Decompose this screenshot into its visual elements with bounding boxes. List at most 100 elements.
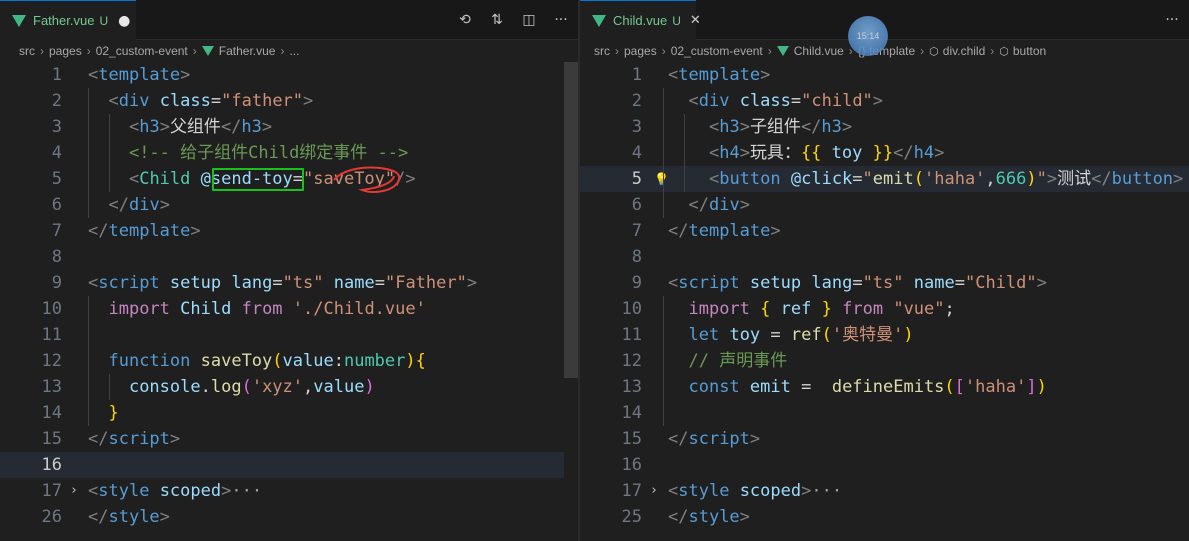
code-line[interactable]: 3 <h3>父组件</h3> [0,114,578,140]
code-line[interactable]: 7 </template> [580,218,1189,244]
line-number[interactable]: 7 [580,218,642,244]
code-line[interactable]: 17 › <style scoped>··· [580,478,1189,504]
code-line[interactable]: 6 </div> [580,192,1189,218]
breadcrumb-item[interactable]: div.child [943,44,985,58]
line-number[interactable]: 3 [580,114,642,140]
code-line[interactable]: 15 </script> [0,426,578,452]
code-line[interactable]: 8 [0,244,578,270]
code-token: > [872,91,884,111]
more-actions-icon[interactable]: ··· [1163,12,1181,28]
breadcrumb-item[interactable]: 02_custom-event [96,44,188,58]
line-number[interactable]: 17 [0,478,62,504]
code-line[interactable]: 9 <script setup lang="ts" name="Father"> [0,270,578,296]
code-line[interactable]: 13 console.log('xyz',value) [0,374,578,400]
fold-chevron-icon[interactable]: › [70,478,78,504]
code-editor[interactable]: 1 <template> 2 <div class="father"> 3 <h3>父… [0,62,578,541]
more-actions-icon[interactable]: ··· [552,12,570,28]
line-number[interactable]: 2 [580,88,642,114]
breadcrumb-item[interactable]: pages [49,44,82,58]
open-changes-icon[interactable]: ⇅ [488,12,506,28]
line-number[interactable]: 15 [580,426,642,452]
code-line[interactable]: 1 <template> [0,62,578,88]
line-number[interactable]: 11 [580,322,642,348]
line-number[interactable]: 10 [0,296,62,322]
line-number[interactable]: 1 [0,62,62,88]
line-number[interactable]: 26 [0,504,62,530]
code-line[interactable]: 15 </script> [580,426,1189,452]
code-line[interactable]: 12 // 声明事件 [580,348,1189,374]
close-icon[interactable]: ✕ [690,13,701,28]
breadcrumb-item[interactable]: 02_custom-event [671,44,763,58]
line-number[interactable]: 11 [0,322,62,348]
line-number[interactable]: 5 [0,166,62,192]
line-number[interactable]: 10 [580,296,642,322]
breadcrumb-item[interactable]: pages [624,44,657,58]
code-editor[interactable]: 1 <template> 2 <div class="child"> 3 <h3>子组… [580,62,1189,541]
code-line[interactable]: 12 function saveToy(value:number){ [0,348,578,374]
code-line[interactable]: 1 <template> [580,62,1189,88]
code-line[interactable]: 4 <!-- 给子组件Child绑定事件 --> [0,140,578,166]
code-line[interactable]: 6 </div> [0,192,578,218]
code-line[interactable]: 8 [580,244,1189,270]
line-number[interactable]: 6 [580,192,642,218]
line-number[interactable]: 1 [580,62,642,88]
code-line[interactable]: 9 <script setup lang="ts" name="Child"> [580,270,1189,296]
code-line[interactable]: 14 } [0,400,578,426]
line-number[interactable]: 8 [580,244,642,270]
line-number[interactable]: 5 [580,166,642,192]
line-number[interactable]: 25 [580,504,642,530]
fold-chevron-icon[interactable]: › [650,478,658,504]
code-line[interactable]: 4 <h4>玩具：{{ toy }}</h4> [580,140,1189,166]
breadcrumb-item[interactable]: ... [289,44,299,58]
line-number[interactable]: 13 [580,374,642,400]
breadcrumb-item[interactable]: Child.vue [794,44,844,58]
lightbulb-icon[interactable]: 💡 [654,166,669,192]
line-number[interactable]: 16 [580,452,642,478]
timeline-history-icon[interactable]: ⟲ [456,12,474,28]
code-line[interactable]: 7 </template> [0,218,578,244]
line-number[interactable]: 15 [0,426,62,452]
code-line[interactable]: 3 <h3>子组件</h3> [580,114,1189,140]
code-line[interactable]: 2 <div class="father"> [0,88,578,114]
tab-child-vue[interactable]: Child.vue U ✕ [580,0,701,40]
code-line[interactable]: 2 <div class="child"> [580,88,1189,114]
code-line[interactable]: 26 </style> [0,504,578,530]
breadcrumb-item[interactable]: src [19,44,35,58]
editor-toolbar: ··· [1163,0,1181,40]
line-number[interactable]: 14 [580,400,642,426]
unsaved-dot-icon[interactable]: ● [118,13,130,29]
breadcrumb-item[interactable]: button [1013,44,1046,58]
scrollbar[interactable] [564,62,578,541]
line-number[interactable]: 9 [580,270,642,296]
line-number[interactable]: 17 [580,478,642,504]
line-number[interactable]: 7 [0,218,62,244]
code-line[interactable]: 14 [580,400,1189,426]
split-editor-icon[interactable]: ◫ [520,12,538,28]
line-number[interactable]: 4 [0,140,62,166]
line-number[interactable]: 2 [0,88,62,114]
scrollbar-thumb[interactable] [564,62,578,378]
code-line[interactable]: 5 💡 <button @click="emit('haha',666)">测试<… [580,166,1189,192]
code-line[interactable]: 10 import { ref } from "vue"; [580,296,1189,322]
line-number[interactable]: 12 [0,348,62,374]
line-number[interactable]: 14 [0,400,62,426]
code-line[interactable]: 25 </style> [580,504,1189,530]
code-line[interactable]: 16 [580,452,1189,478]
code-line[interactable]: 10 import Child from './Child.vue' [0,296,578,322]
line-number[interactable]: 16 [0,452,62,478]
code-line[interactable]: 11 let toy = ref('奥特曼') [580,322,1189,348]
line-number[interactable]: 8 [0,244,62,270]
code-line[interactable]: 11 [0,322,578,348]
line-number[interactable]: 9 [0,270,62,296]
code-line[interactable]: 17 › <style scoped>··· [0,478,578,504]
code-line[interactable]: 13 const emit = defineEmits(['haha']) [580,374,1189,400]
line-number[interactable]: 13 [0,374,62,400]
line-number[interactable]: 3 [0,114,62,140]
tab-father-vue[interactable]: Father.vue U ● [0,0,136,40]
breadcrumb-item[interactable]: src [594,44,610,58]
line-number[interactable]: 6 [0,192,62,218]
breadcrumb-item[interactable]: Father.vue [219,44,276,58]
line-number[interactable]: 12 [580,348,642,374]
line-number[interactable]: 4 [580,140,642,166]
code-line[interactable]: 16 [0,452,578,478]
